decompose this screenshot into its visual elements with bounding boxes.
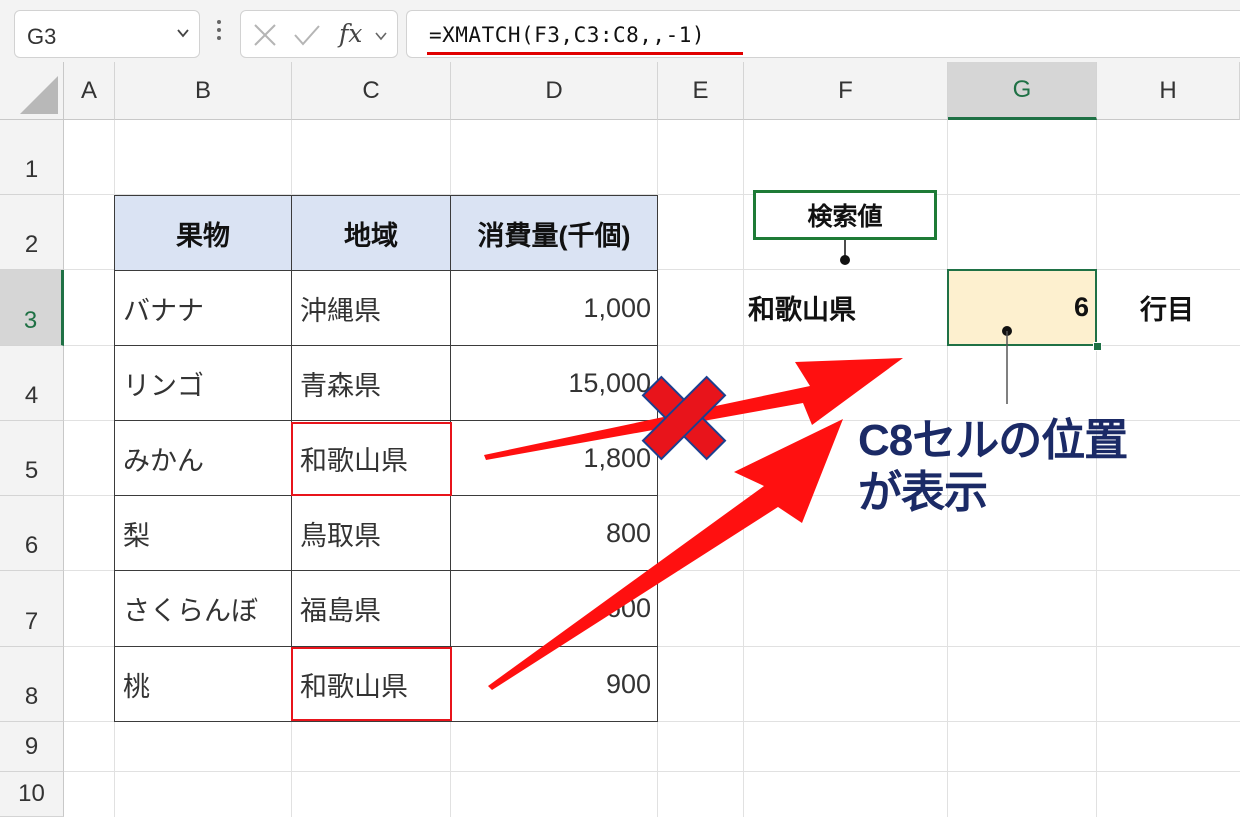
formula-bar: G3 fx =XMATCH(F3,C3:C8,,-1) <box>0 0 1240 62</box>
formula-buttons: fx <box>240 10 398 58</box>
name-box[interactable]: G3 <box>14 10 200 58</box>
spreadsheet-grid[interactable]: A B C D E F G H 1 2 3 4 5 6 7 8 9 10 果物 … <box>0 62 1240 817</box>
check-icon[interactable] <box>293 23 321 47</box>
x-mark-icon <box>641 375 727 461</box>
name-box-value: G3 <box>27 24 57 49</box>
arrow-from-c8 <box>488 419 843 690</box>
formula-input[interactable]: =XMATCH(F3,C3:C8,,-1) <box>406 10 1240 58</box>
formula-red-underline <box>427 52 743 55</box>
connector-dot <box>840 255 850 265</box>
chevron-down-icon[interactable] <box>375 31 387 41</box>
callout-text: C8セルの位置 が表示 <box>858 415 1128 519</box>
more-options-icon[interactable] <box>216 20 222 44</box>
insert-function-button[interactable]: fx <box>339 19 362 48</box>
close-icon[interactable] <box>253 23 277 47</box>
callout-line-2: が表示 <box>858 468 988 517</box>
callout-line-1: C8セルの位置 <box>858 416 1128 465</box>
chevron-down-icon[interactable] <box>177 27 189 39</box>
formula-text: =XMATCH(F3,C3:C8,,-1) <box>429 23 706 47</box>
